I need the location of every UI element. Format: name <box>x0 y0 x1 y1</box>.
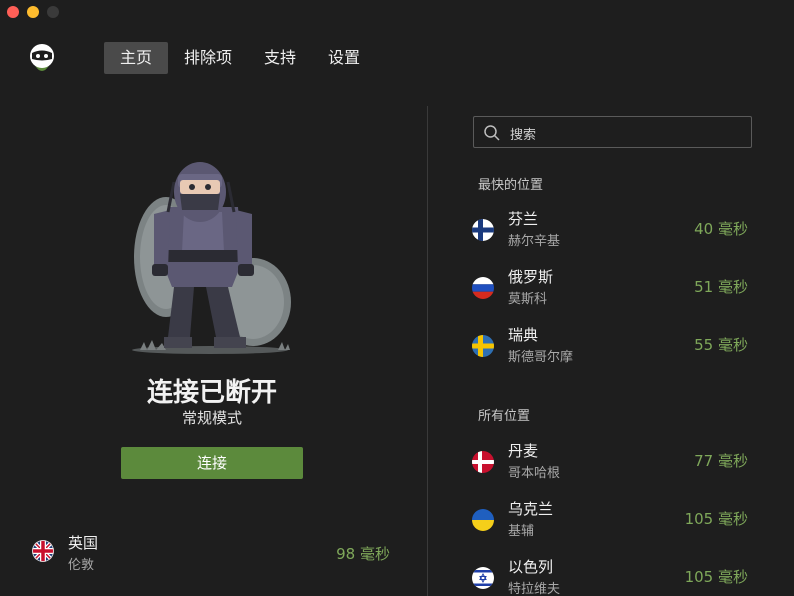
location-item-denmark[interactable]: 丹麦 哥本哈根 77 毫秒 <box>472 440 752 484</box>
all-locations-label: 所有位置 <box>478 409 531 424</box>
connection-mode: 常规模式 <box>181 409 242 427</box>
location-country: 丹麦 <box>508 442 539 460</box>
fastest-locations-label: 最快的位置 <box>478 178 544 193</box>
location-item-ukraine[interactable]: 乌克兰 基辅 105 毫秒 <box>472 498 752 542</box>
location-latency: 105 毫秒 <box>684 510 748 528</box>
location-city: 斯德哥尔摩 <box>508 350 574 365</box>
tab-exclusions[interactable]: 排除项 <box>168 42 248 74</box>
ukraine-flag-icon <box>472 509 494 531</box>
minimize-window-button[interactable] <box>27 6 39 18</box>
ninja-illustration <box>132 162 291 354</box>
window-controls <box>7 6 59 18</box>
location-latency: 77 毫秒 <box>694 452 748 470</box>
location-latency: 105 毫秒 <box>684 568 748 586</box>
location-country: 乌克兰 <box>508 500 554 518</box>
location-country: 以色列 <box>508 558 554 576</box>
panel-divider <box>427 106 428 596</box>
current-location[interactable]: 英国 伦敦 98 毫秒 <box>32 532 392 573</box>
location-country: 俄罗斯 <box>508 268 554 286</box>
finland-flag-icon <box>472 219 494 241</box>
close-window-button[interactable] <box>7 6 19 18</box>
uk-flag-icon <box>32 540 54 562</box>
denmark-flag-icon <box>472 451 494 473</box>
location-city: 基辅 <box>508 524 535 539</box>
tab-settings[interactable]: 设置 <box>312 42 376 74</box>
app-window: 主页 排除项 支持 设置 连接已断开 常规模式 连接 英国 伦敦 98 毫秒 搜… <box>0 0 794 596</box>
ninja-logo-icon <box>30 44 54 71</box>
location-country: 瑞典 <box>508 326 539 344</box>
search-icon <box>484 125 500 141</box>
location-city: 特拉维夫 <box>508 582 561 596</box>
sweden-flag-icon <box>472 335 494 357</box>
main-nav: 主页 排除项 支持 设置 <box>104 42 376 74</box>
current-latency: 98 毫秒 <box>336 545 390 563</box>
location-latency: 51 毫秒 <box>694 278 748 296</box>
location-city: 赫尔辛基 <box>508 234 561 249</box>
russia-flag-icon <box>472 277 494 299</box>
search-box[interactable]: 搜索 <box>473 116 752 148</box>
maximize-window-button[interactable] <box>47 6 59 18</box>
location-item-finland[interactable]: 芬兰 赫尔辛基 40 毫秒 <box>472 208 752 252</box>
search-input[interactable]: 搜索 <box>510 124 536 143</box>
location-city: 哥本哈根 <box>508 466 561 481</box>
location-latency: 55 毫秒 <box>694 336 748 354</box>
location-latency: 40 毫秒 <box>694 220 748 238</box>
israel-flag-icon <box>472 567 494 589</box>
location-city: 莫斯科 <box>508 292 548 307</box>
connect-button[interactable]: 连接 <box>121 447 303 479</box>
location-country: 芬兰 <box>508 210 539 228</box>
connection-status-title: 连接已断开 <box>146 378 277 408</box>
tab-support[interactable]: 支持 <box>248 42 312 74</box>
tab-home[interactable]: 主页 <box>104 42 169 74</box>
location-item-russia[interactable]: 俄罗斯 莫斯科 51 毫秒 <box>472 266 752 310</box>
location-item-sweden[interactable]: 瑞典 斯德哥尔摩 55 毫秒 <box>472 324 752 368</box>
location-item-israel[interactable]: 以色列 特拉维夫 105 毫秒 <box>472 556 752 596</box>
current-country: 英国 <box>68 534 99 552</box>
current-city: 伦敦 <box>68 558 95 573</box>
